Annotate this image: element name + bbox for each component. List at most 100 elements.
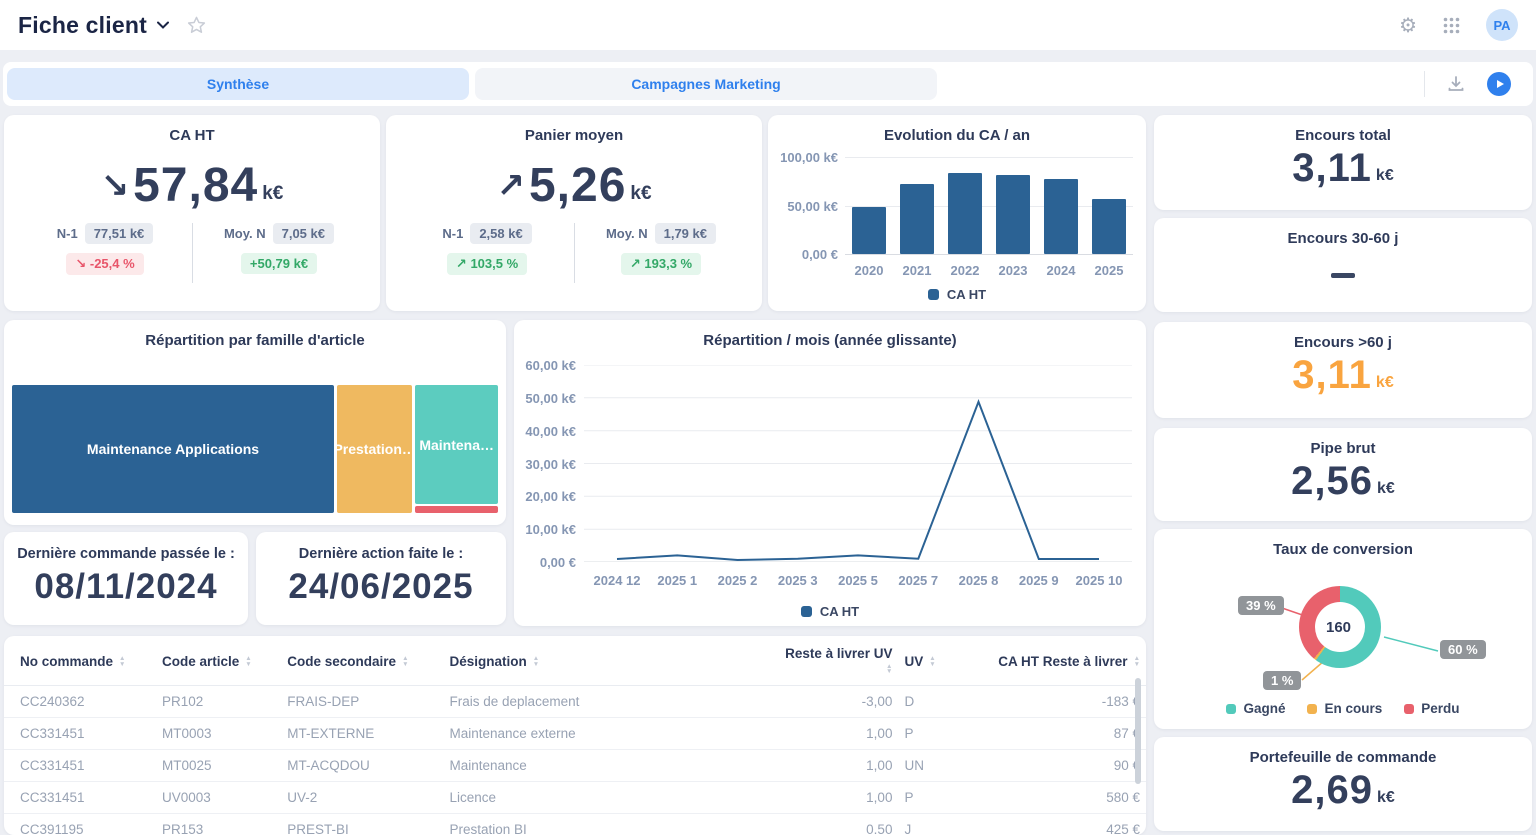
table-cell: 1,00 [767, 782, 898, 814]
treemap-block[interactable]: Maintena… [415, 385, 498, 504]
table-cell: MT0025 [156, 750, 281, 782]
y-tick-label: 0,00 € [514, 555, 576, 570]
sort-icon[interactable]: ▲▼ [929, 656, 935, 667]
treemap-column: Maintena… [415, 385, 498, 513]
delta-val-badge: +50,79 k€ [241, 253, 317, 274]
sort-icon[interactable]: ▲▼ [119, 656, 125, 667]
table-cell: 1,00 [767, 750, 898, 782]
column-label: Code secondaire [287, 654, 396, 669]
toolbar-divider [1424, 71, 1425, 97]
table-cell: Licence [444, 782, 767, 814]
chart-title: Répartition / mois (année glissante) [514, 320, 1146, 349]
bar-2021[interactable] [900, 184, 934, 254]
sort-icon[interactable]: ▲▼ [886, 664, 892, 675]
chart-title: Répartition par famille d'article [4, 320, 506, 349]
x-tick-label: 2025 7 [898, 573, 938, 588]
settings-gear-icon[interactable]: ⚙ [1399, 13, 1417, 37]
x-tick-label: 2022 [951, 263, 980, 278]
treemap: Maintenance ApplicationsPrestation…Maint… [12, 385, 498, 513]
table-cell: P [898, 782, 972, 814]
sort-icon[interactable]: ▲▼ [1134, 656, 1140, 667]
column-label: Code article [162, 654, 239, 669]
table-cell: 90 € [972, 750, 1146, 782]
legend-item-gagné[interactable]: Gagné [1226, 701, 1285, 716]
chart-legend[interactable]: CA HT [768, 287, 1146, 302]
legend-marker [1226, 704, 1236, 714]
column-label: No commande [20, 654, 113, 669]
page-title: Fiche client [18, 12, 147, 39]
card-encours-60: Encours >60 j 3,11 k€ [1154, 322, 1532, 418]
sort-icon[interactable]: ▲▼ [402, 656, 408, 667]
download-icon[interactable] [1447, 75, 1465, 93]
table-row[interactable]: CC331451MT0003MT-EXTERNEMaintenance exte… [4, 718, 1146, 750]
y-tick-label: 10,00 k€ [514, 522, 576, 537]
y-tick-label: 30,00 k€ [514, 457, 576, 472]
treemap-block-small[interactable] [415, 506, 498, 513]
treemap-block[interactable]: Prestation… [337, 385, 412, 513]
sort-icon[interactable]: ▲▼ [245, 656, 251, 667]
column-header-4[interactable]: Reste à livrer UV▲▼ [767, 636, 898, 686]
n1-value-badge: 2,58 k€ [470, 223, 531, 244]
trend-down-icon: ↘ [101, 166, 130, 206]
table-row[interactable]: CC331451UV0003UV-2Licence1,00P580 € [4, 782, 1146, 814]
x-tick-label: 2025 5 [838, 573, 878, 588]
column-header-0[interactable]: No commande ▲▼ [4, 636, 156, 686]
legend-label: CA HT [947, 287, 986, 302]
column-header-1[interactable]: Code article ▲▼ [156, 636, 281, 686]
table-cell: Frais de deplacement [444, 686, 767, 718]
bar-chart-x-labels: 202020212022202320242025 [845, 263, 1133, 278]
legend-item-en-cours[interactable]: En cours [1307, 701, 1382, 716]
x-tick-label: 2025 2 [718, 573, 758, 588]
card-evolution-ca-an: Evolution du CA / an 100,00 k€ 50,00 k€ … [768, 115, 1146, 311]
date-value: 08/11/2024 [4, 567, 248, 607]
line-chart-svg[interactable] [584, 365, 1132, 562]
table-cell: 87 € [972, 718, 1146, 750]
table-scrollbar[interactable] [1135, 678, 1141, 784]
legend-item-perdu[interactable]: Perdu [1404, 701, 1459, 716]
table-cell: 425 € [972, 814, 1146, 835]
n1-value-badge: 77,51 k€ [85, 223, 154, 244]
kpi-unit: k€ [1376, 167, 1394, 185]
bar-2025[interactable] [1092, 199, 1126, 254]
column-header-3[interactable]: Désignation▲▼ [444, 636, 767, 686]
bar-2022[interactable] [948, 173, 982, 254]
card-title: Pipe brut [1154, 428, 1532, 457]
legend-label: CA HT [820, 604, 859, 619]
treemap-block[interactable]: Maintenance Applications [12, 385, 334, 513]
avatar[interactable]: PA [1486, 9, 1518, 41]
kpi-value: 2,56 [1291, 459, 1373, 504]
callout-gagne: 60 % [1440, 640, 1486, 659]
sort-icon[interactable]: ▲▼ [533, 656, 539, 667]
table-row[interactable]: CC331451MT0025MT-ACQDOUMaintenance1,00UN… [4, 750, 1146, 782]
table-cell: MT0003 [156, 718, 281, 750]
chevron-down-icon[interactable] [157, 21, 169, 29]
legend-label: Gagné [1243, 701, 1285, 716]
legend-marker [801, 606, 812, 617]
table-cell: UV0003 [156, 782, 281, 814]
table-cell: J [898, 814, 972, 835]
bar-2024[interactable] [1044, 179, 1078, 254]
card-title: CA HT [4, 115, 380, 144]
table-cell: -183 € [972, 686, 1146, 718]
table-row[interactable]: CC391195PR153PREST-BIPrestation BI0.50J4… [4, 814, 1146, 835]
tab-synthese[interactable]: Synthèse [7, 68, 469, 100]
bar-2020[interactable] [852, 207, 886, 254]
tab-campagnes-marketing[interactable]: Campagnes Marketing [475, 68, 937, 100]
chart-legend[interactable]: CA HT [514, 604, 1146, 619]
kpi-unit: k€ [262, 183, 283, 205]
chart-title: Evolution du CA / an [768, 115, 1146, 144]
table-row[interactable]: CC240362PR102FRAIS-DEPFrais de deplaceme… [4, 686, 1146, 718]
card-title: Encours 30-60 j [1154, 218, 1532, 247]
column-header-2[interactable]: Code secondaire ▲▼ [281, 636, 443, 686]
tab-bar: Synthèse Campagnes Marketing [3, 62, 1533, 106]
date-value: 24/06/2025 [256, 567, 506, 607]
apps-grid-icon[interactable] [1443, 17, 1460, 34]
table-cell: -3,00 [767, 686, 898, 718]
favorite-star-icon[interactable] [187, 16, 206, 34]
play-button[interactable] [1487, 72, 1511, 96]
n1-label: N-1 [442, 226, 463, 241]
table-cell: MT-ACQDOU [281, 750, 443, 782]
bar-2023[interactable] [996, 175, 1030, 254]
column-header-6[interactable]: CA HT Reste à livrer▲▼ [972, 636, 1146, 686]
column-header-5[interactable]: UV▲▼ [898, 636, 972, 686]
